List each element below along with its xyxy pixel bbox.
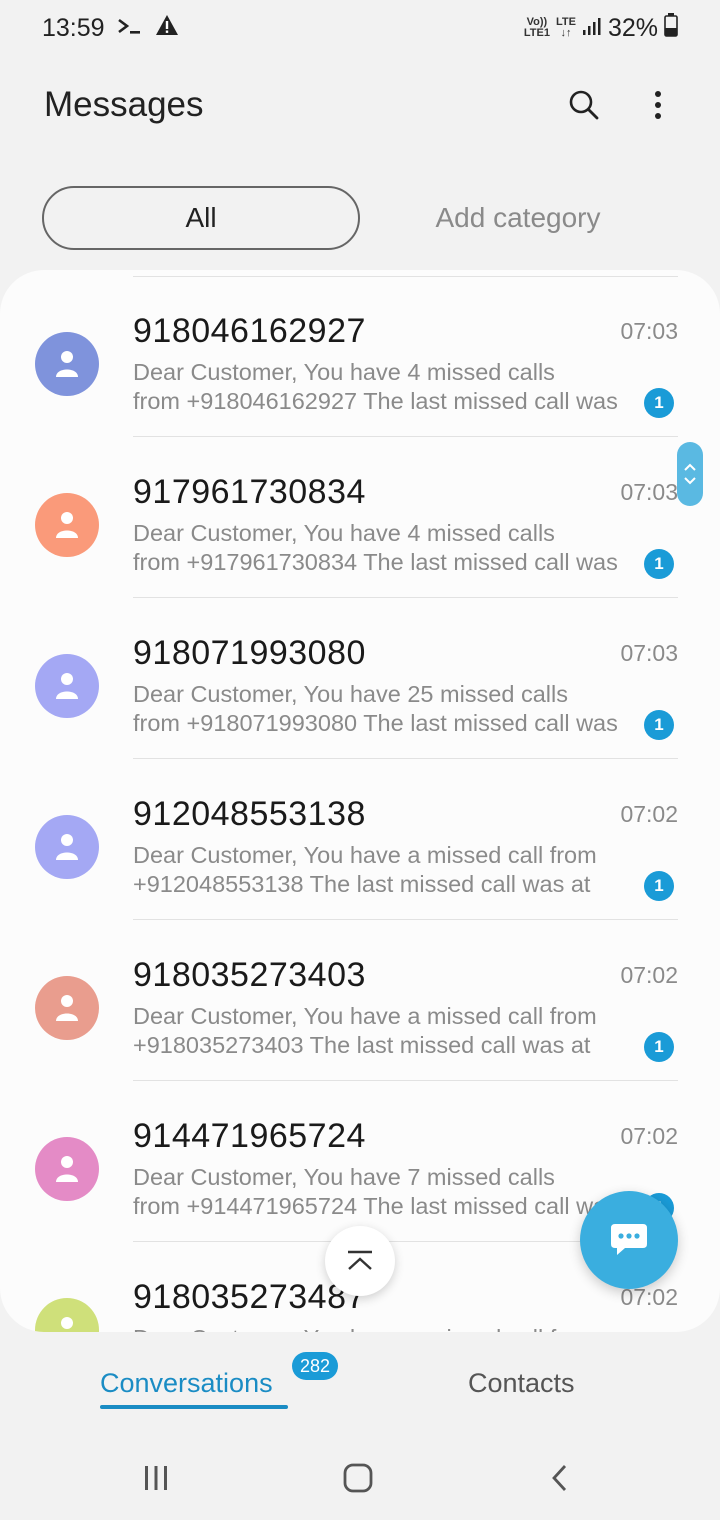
chat-icon	[611, 1224, 647, 1255]
avatar[interactable]	[35, 654, 99, 718]
preview-line: from +917961730834 The last missed call …	[133, 549, 618, 575]
message-time: 07:02	[620, 1123, 678, 1149]
terminal-icon	[117, 14, 143, 43]
preview-line: from +918071993080 The last missed call …	[133, 710, 618, 736]
avatar[interactable]	[35, 1137, 99, 1201]
contact-name: 917961730834	[133, 473, 366, 511]
message-time: 07:03	[620, 318, 678, 344]
message-preview: Dear Customer, You have a missed call fr…	[133, 1002, 628, 1060]
preview-line: +912048553138 The last missed call was a…	[133, 871, 591, 897]
scroll-to-top-button[interactable]	[325, 1226, 395, 1296]
battery-percent: 32%	[607, 13, 658, 42]
system-nav-bar	[0, 1436, 720, 1520]
lte-indicator: LTE ↓↑	[555, 16, 576, 39]
header-actions	[566, 87, 676, 123]
add-category-button[interactable]: Add category	[378, 186, 658, 250]
status-left: 13:59	[42, 14, 179, 43]
conversation-count-badge: 282	[292, 1352, 339, 1380]
message-preview: Dear Customer, You have a missed call fr…	[133, 841, 628, 899]
scroll-top-icon	[348, 1250, 372, 1270]
unread-badge: 1	[644, 710, 674, 740]
contact-name: 918071993080	[133, 634, 366, 672]
signal-icon	[582, 14, 602, 43]
conversation-item[interactable]: 918071993080 07:03 Dear Customer, You ha…	[0, 598, 720, 759]
status-right: Vo)) LTE1 LTE ↓↑ 32%	[523, 12, 678, 44]
conversation-item[interactable]: 917961730834 07:03 Dear Customer, You ha…	[0, 437, 720, 598]
avatar[interactable]	[35, 976, 99, 1040]
conversation-list[interactable]: 918046162927 07:03 Dear Customer, You ha…	[0, 270, 720, 1332]
recents-icon[interactable]	[136, 1458, 176, 1498]
warning-icon	[155, 14, 179, 43]
conversation-item[interactable]: 912048553138 07:02 Dear Customer, You ha…	[0, 759, 720, 920]
search-icon[interactable]	[566, 87, 602, 123]
bottom-tabs: Conversations 282 Contacts	[0, 1340, 720, 1430]
contact-name: 918046162927	[133, 312, 366, 350]
status-bar: 13:59 Vo)) LTE1 LTE ↓↑ 32%	[0, 0, 720, 56]
more-vert-icon[interactable]	[640, 87, 676, 123]
avatar[interactable]	[35, 1298, 99, 1332]
page-title: Messages	[44, 85, 204, 124]
app-header: Messages	[0, 70, 720, 140]
volte-indicator: Vo)) LTE1	[523, 16, 550, 39]
category-all-button[interactable]: All	[42, 186, 360, 250]
message-preview: Dear Customer, You have 25 missed calls …	[133, 680, 628, 738]
message-time: 07:03	[620, 479, 678, 505]
conversation-item[interactable]: 918035273403 07:02 Dear Customer, You ha…	[0, 920, 720, 1081]
message-time: 07:03	[620, 640, 678, 666]
preview-line: from +918046162927 The last missed call …	[133, 388, 618, 414]
contact-name: 918035273403	[133, 956, 366, 994]
status-time: 13:59	[42, 13, 105, 42]
preview-line: Dear Customer, You have 4 missed calls	[133, 520, 555, 546]
tab-conversations[interactable]: Conversations	[100, 1368, 273, 1399]
home-icon[interactable]	[338, 1458, 378, 1498]
preview-line: Dear Customer, You have 4 missed calls	[133, 359, 555, 385]
unread-badge: 1	[644, 871, 674, 901]
conversation-item[interactable]: 918046162927 07:03 Dear Customer, You ha…	[0, 276, 720, 437]
message-time: 07:02	[620, 801, 678, 827]
message-preview: Dear Customer, You have a missed call fr…	[133, 1324, 628, 1332]
preview-line: +918035273403 The last missed call was a…	[133, 1032, 591, 1058]
message-preview: Dear Customer, You have 4 missed calls f…	[133, 358, 628, 416]
contact-name: 914471965724	[133, 1117, 366, 1155]
preview-line: from +914471965724 The last missed call …	[133, 1193, 618, 1219]
fast-scroll-handle[interactable]	[677, 442, 703, 506]
contact-name: 918035273487	[133, 1278, 366, 1316]
preview-line: Dear Customer, You have a missed call fr…	[133, 842, 597, 868]
tab-indicator	[100, 1405, 288, 1409]
avatar[interactable]	[35, 332, 99, 396]
compose-message-button[interactable]	[580, 1191, 678, 1289]
battery-icon	[664, 12, 678, 44]
category-row: All Add category	[0, 186, 720, 252]
preview-line: Dear Customer, You have 7 missed calls	[133, 1164, 555, 1190]
message-time: 07:02	[620, 962, 678, 988]
preview-line: Dear Customer, You have a missed call fr…	[133, 1003, 597, 1029]
chevron-up-icon	[684, 463, 696, 471]
unread-badge: 1	[644, 388, 674, 418]
back-icon[interactable]	[540, 1458, 580, 1498]
unread-badge: 1	[644, 1032, 674, 1062]
preview-line: Dear Customer, You have 25 missed calls	[133, 681, 568, 707]
message-preview: Dear Customer, You have 7 missed calls f…	[133, 1163, 628, 1221]
avatar[interactable]	[35, 815, 99, 879]
chevron-down-icon	[684, 477, 696, 485]
tab-contacts[interactable]: Contacts	[468, 1368, 575, 1399]
avatar[interactable]	[35, 493, 99, 557]
unread-badge: 1	[644, 549, 674, 579]
preview-line: Dear Customer, You have a missed call fr…	[133, 1324, 628, 1332]
contact-name: 912048553138	[133, 795, 366, 833]
message-preview: Dear Customer, You have 4 missed calls f…	[133, 519, 628, 577]
